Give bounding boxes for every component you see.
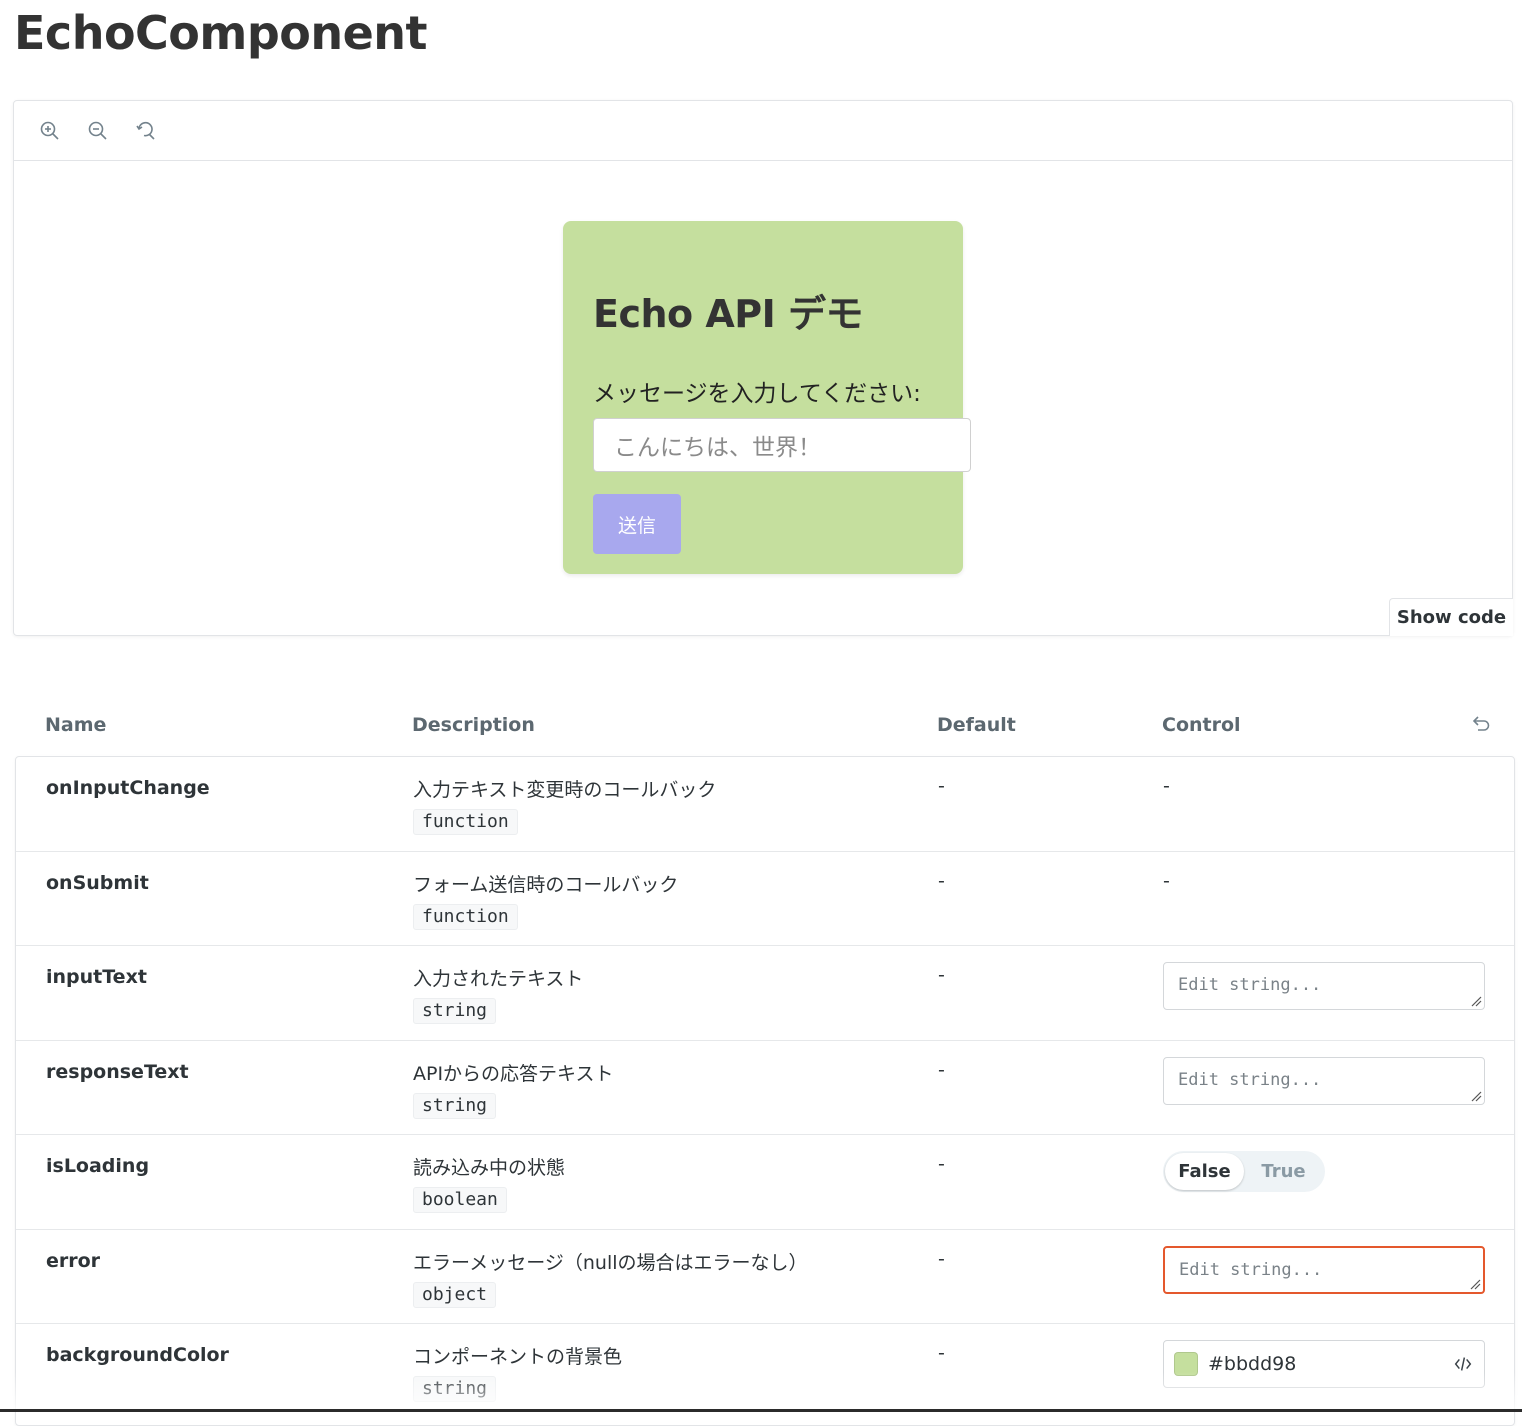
zoom-in-icon xyxy=(40,121,59,140)
story-preview: Echo API デモ メッセージを入力してください: こんにちは、世界！ 送信… xyxy=(13,100,1513,636)
background-color-control[interactable]: #bbdd98 xyxy=(1163,1340,1485,1388)
arg-description: エラーメッセージ（nullの場合はエラーなし） xyxy=(413,1251,808,1274)
echo-card: Echo API デモ メッセージを入力してください: こんにちは、世界！ 送信 xyxy=(563,221,971,574)
arg-type-badge: function xyxy=(413,809,518,835)
table-row: onSubmit フォーム送信時のコールバック function - - xyxy=(16,852,1514,946)
arg-type-badge: string xyxy=(413,1092,497,1119)
zoom-reset-icon xyxy=(136,121,155,140)
arg-control: - xyxy=(1163,869,1170,892)
arg-default: - xyxy=(938,1342,945,1364)
arg-type-badge: boolean xyxy=(413,1187,507,1213)
table-row: inputText 入力されたテキスト string - Edit string… xyxy=(16,946,1514,1041)
message-label: メッセージを入力してください: xyxy=(593,381,921,407)
arg-name: onSubmit xyxy=(46,871,149,894)
zoom-reset-button[interactable] xyxy=(128,113,164,149)
zoom-in-button[interactable] xyxy=(32,113,68,149)
error-control[interactable]: Edit string... xyxy=(1163,1245,1485,1294)
reset-controls-icon[interactable] xyxy=(1469,712,1493,736)
arg-default: - xyxy=(938,964,945,986)
input-text-control[interactable]: Edit string... xyxy=(1163,962,1485,1010)
edit-string-placeholder: Edit string... xyxy=(1179,1259,1323,1280)
resize-grip-icon[interactable] xyxy=(1469,1278,1481,1290)
toggle-true-option[interactable]: True xyxy=(1244,1153,1323,1190)
resize-grip-icon[interactable] xyxy=(1470,1090,1482,1102)
arg-control: - xyxy=(1163,775,1170,797)
arg-description: フォーム送信時のコールバック xyxy=(413,873,679,896)
header-default: Default xyxy=(937,714,1016,736)
arg-default: - xyxy=(938,869,945,892)
response-text-control[interactable]: Edit string... xyxy=(1163,1056,1485,1105)
arg-description: 入力テキスト変更時のコールバック xyxy=(413,779,717,801)
arg-type-badge: object xyxy=(413,1281,497,1308)
arg-name: backgroundColor xyxy=(46,1344,229,1366)
table-row: error エラーメッセージ（nullの場合はエラーなし） object - E… xyxy=(16,1230,1514,1324)
submit-button[interactable]: 送信 xyxy=(593,494,681,554)
zoom-out-icon xyxy=(88,121,107,140)
preview-toolbar xyxy=(14,101,1512,161)
arg-type-badge: string xyxy=(413,1376,497,1402)
toggle-false-option[interactable]: False xyxy=(1165,1153,1244,1190)
color-swatch[interactable] xyxy=(1174,1352,1198,1376)
table-row: isLoading 読み込み中の状態 boolean - False True xyxy=(16,1135,1514,1230)
arg-description: コンポーネントの背景色 xyxy=(413,1346,623,1368)
header-name: Name xyxy=(45,714,107,736)
arg-description: 読み込み中の状態 xyxy=(413,1157,566,1179)
header-description: Description xyxy=(412,714,535,736)
arg-name: inputText xyxy=(46,966,147,988)
header-control: Control xyxy=(1162,714,1241,736)
arg-name: isLoading xyxy=(46,1155,150,1177)
args-table: onInputChange 入力テキスト変更時のコールバック function … xyxy=(15,756,1515,1426)
message-input[interactable]: こんにちは、世界！ xyxy=(593,418,971,472)
preview-canvas: Echo API デモ メッセージを入力してください: こんにちは、世界！ 送信… xyxy=(14,161,1513,636)
table-row: onInputChange 入力テキスト変更時のコールバック function … xyxy=(16,757,1514,852)
arg-name: error xyxy=(46,1249,101,1272)
arg-name: onInputChange xyxy=(46,777,210,799)
arg-name: responseText xyxy=(46,1060,189,1083)
arg-type-badge: string xyxy=(413,998,497,1024)
color-value-input[interactable]: #bbdd98 xyxy=(1208,1353,1452,1375)
code-icon[interactable] xyxy=(1452,1353,1474,1375)
arg-default: - xyxy=(938,1153,945,1175)
arg-default: - xyxy=(938,1247,945,1270)
args-table-header: Name Description Default Control xyxy=(15,706,1515,746)
echo-title: Echo API デモ xyxy=(593,292,864,336)
arg-type-badge: function xyxy=(413,903,518,930)
show-code-button[interactable]: Show code xyxy=(1389,598,1513,636)
arg-description: 入力されたテキスト xyxy=(413,968,584,990)
arg-description: APIからの応答テキスト xyxy=(413,1062,614,1085)
table-row: backgroundColor コンポーネントの背景色 string - #bb… xyxy=(16,1324,1514,1419)
is-loading-toggle[interactable]: False True xyxy=(1163,1151,1325,1192)
table-row: responseText APIからの応答テキスト string - Edit … xyxy=(16,1041,1514,1135)
arg-default: - xyxy=(938,775,945,797)
edit-string-placeholder: Edit string... xyxy=(1178,1069,1322,1090)
zoom-out-button[interactable] xyxy=(80,113,116,149)
page-title: EchoComponent xyxy=(14,6,428,60)
arg-default: - xyxy=(938,1058,945,1081)
resize-grip-icon[interactable] xyxy=(1470,995,1482,1007)
edit-string-placeholder: Edit string... xyxy=(1178,975,1322,995)
